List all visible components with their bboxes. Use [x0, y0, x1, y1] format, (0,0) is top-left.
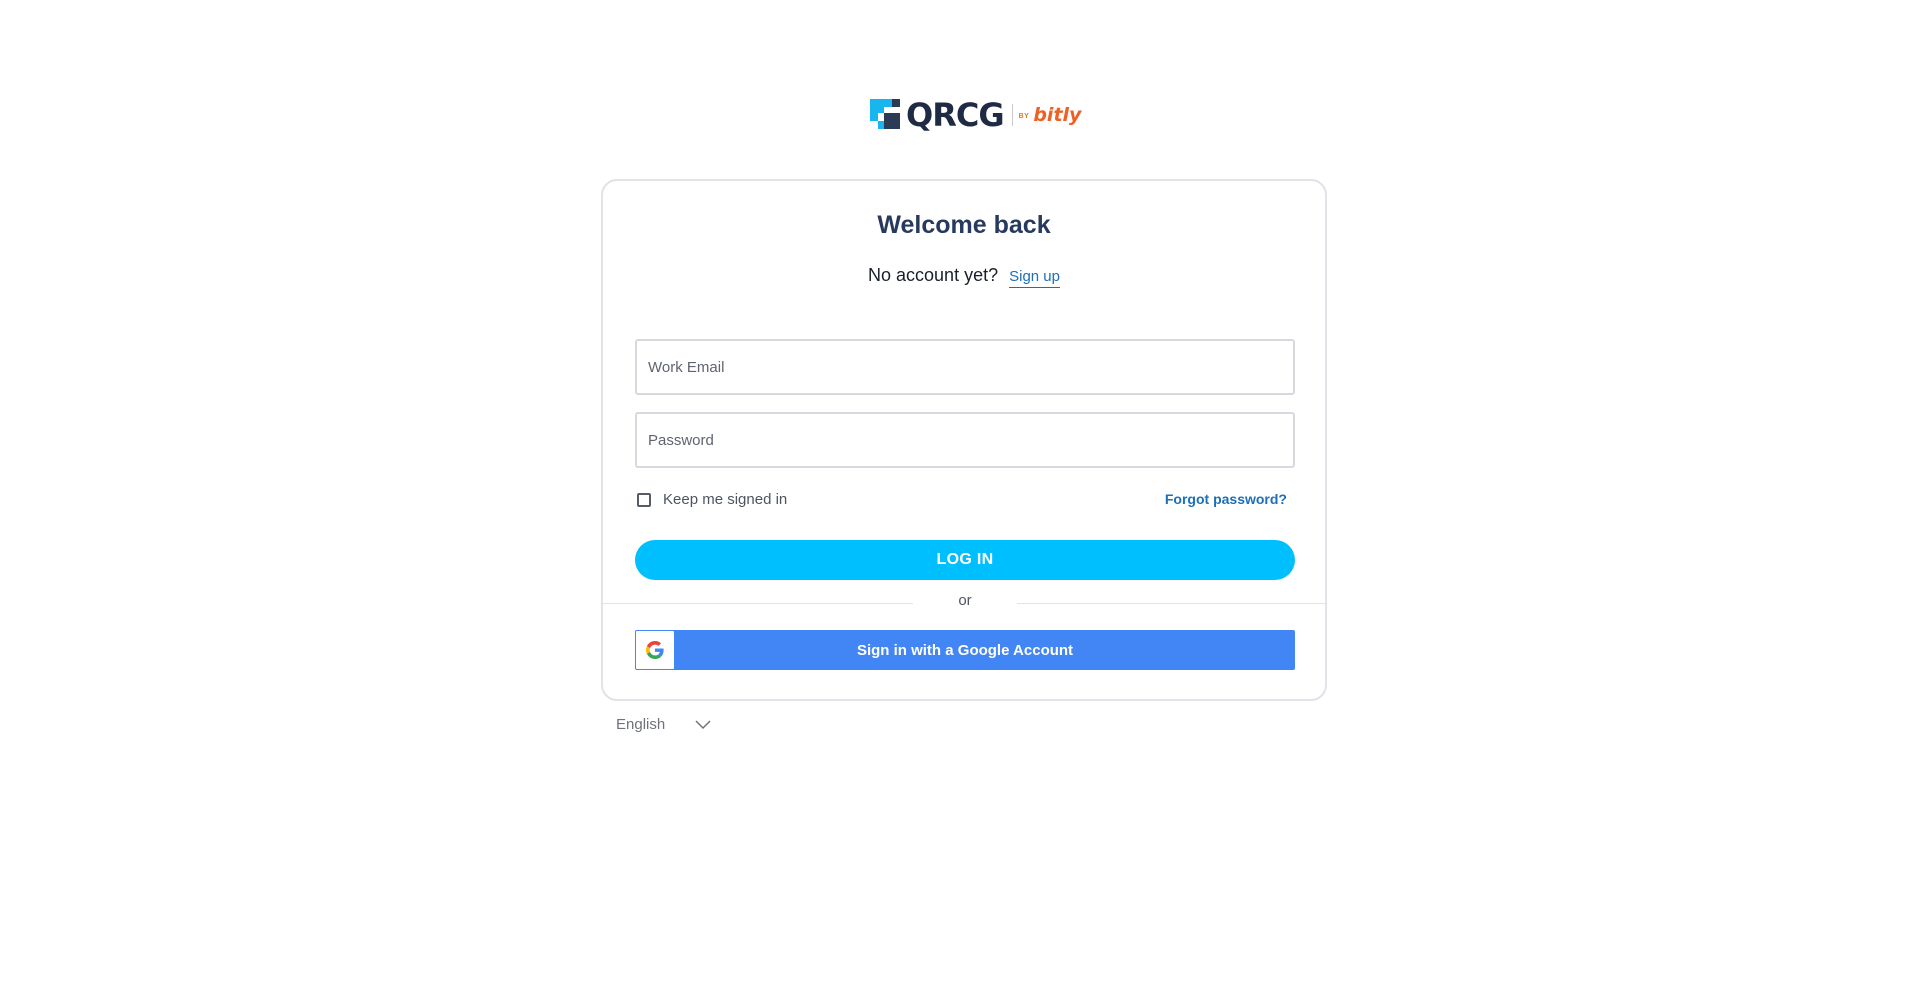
keep-signed-in-label: Keep me signed in [663, 491, 788, 508]
password-field[interactable] [637, 414, 1293, 466]
logo-by-text: BY [1018, 112, 1030, 120]
logo-brand-text: QRCG [906, 96, 1005, 134]
bitly-logo-text: bitly [1033, 104, 1082, 126]
qrcg-logo: QRCG BY bitly [870, 95, 1081, 135]
logo-divider [1011, 104, 1013, 126]
google-sign-in-button[interactable]: Sign in with a Google Account [635, 630, 1295, 670]
qrcg-logo-icon [870, 99, 900, 129]
email-field-container [635, 339, 1295, 395]
forgot-password-link[interactable]: Forgot password? [1165, 491, 1287, 507]
login-button[interactable]: LOG IN [635, 540, 1295, 580]
sign-up-link[interactable]: Sign up [1009, 268, 1060, 288]
keep-signed-in-option[interactable]: Keep me signed in [637, 491, 787, 508]
keep-signed-in-checkbox[interactable] [637, 492, 651, 507]
google-sign-in-label: Sign in with a Google Account [856, 641, 1074, 659]
google-icon-container [636, 631, 674, 669]
language-selected-label: English [616, 716, 666, 733]
google-icon [646, 641, 664, 659]
email-field[interactable] [637, 341, 1293, 393]
language-selector[interactable]: English [616, 716, 711, 733]
password-field-container [635, 412, 1295, 468]
chevron-down-icon [695, 719, 711, 729]
login-card: Welcome back No account yet? Sign up Kee… [601, 179, 1327, 701]
signup-prompt: No account yet? Sign up [603, 265, 1325, 288]
login-page: QRCG BY bitly Welcome back No account ye… [0, 0, 1920, 993]
or-divider-text: or [913, 592, 1017, 609]
no-account-text: No account yet? [868, 265, 999, 285]
page-title: Welcome back [877, 211, 1051, 239]
